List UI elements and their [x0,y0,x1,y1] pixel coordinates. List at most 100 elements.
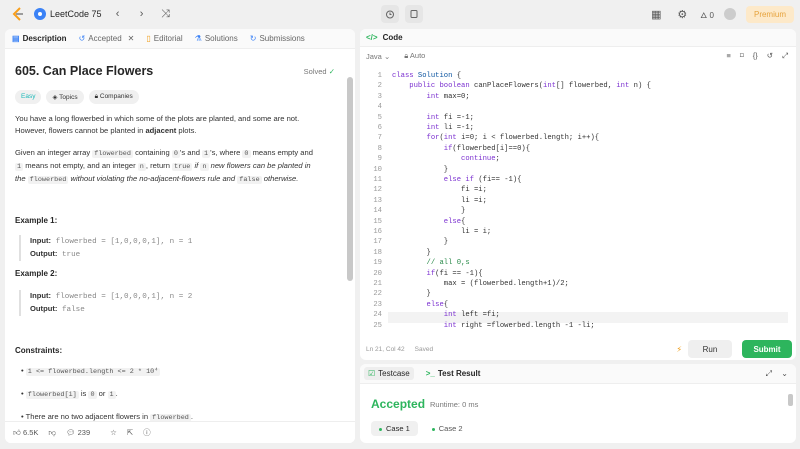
case-1-tab[interactable]: Case 1 [371,421,418,436]
line-number: 20 [373,269,382,278]
code-line[interactable]: } [392,249,431,257]
close-icon[interactable]: ✕ [128,34,135,43]
braces-icon[interactable]: {} [753,51,758,61]
auto-mode[interactable]: 🔒︎ Auto [404,51,425,61]
code-line[interactable]: int right =flowerbed.length -1 -li; [392,322,595,330]
format-icon[interactable]: ≡ [726,51,730,61]
comment-icon: 💬︎ [66,428,76,437]
share-icon[interactable]: ⇱ [127,428,133,437]
code-line[interactable]: } [392,238,448,246]
code-line[interactable]: if(fi == -1){ [392,270,483,278]
leetcode-logo-icon[interactable] [10,6,26,22]
code-line[interactable]: } [392,166,448,174]
description-footer: 👍︎ 6.5K 👎︎ 💬︎ 239 ☆ ⇱ ⓘ [5,421,355,443]
run-button[interactable]: Run [688,340,732,358]
study-plan-title[interactable]: LeetCode 75 [34,8,102,20]
test-panel: ☑ Testcase >_ Test Result ⤢ ⌄ Accepted Run… [360,364,796,443]
line-number: 13 [373,196,382,205]
chevron-down-icon[interactable]: ⌄ [781,369,788,378]
avatar[interactable] [723,8,736,20]
code-line[interactable]: // all 0,s [392,259,470,267]
code-editor[interactable]: 1 class Solution {2 public boolean canPla… [360,69,796,339]
next-icon[interactable]: › [134,8,150,20]
line-number: 10 [373,165,382,174]
gear-icon[interactable]: ⚙ [674,8,690,21]
code-line[interactable]: if(flowerbed[i]==0){ [392,145,530,153]
code-line[interactable]: } [392,290,431,298]
line-number: 23 [373,300,382,309]
star-icon[interactable]: ☆ [110,428,117,437]
coins-counter[interactable]: 🜂 0 [700,6,714,23]
tab-solutions[interactable]: ⚗ Solutions [195,34,238,43]
case-2-tab[interactable]: Case 2 [424,421,471,436]
code-line[interactable]: int fi =-1; [392,114,474,122]
code-line[interactable]: class Solution { [392,72,461,80]
line-number: 4 [377,103,382,112]
premium-button[interactable]: Premium [745,5,794,23]
problem-title[interactable]: 605. Can Place Flowers [15,64,153,78]
code-line[interactable]: else if (fi== -1){ [392,176,522,184]
line-number: 21 [373,280,382,288]
tab-accepted[interactable]: ↺ Accepted ✕ [79,34,135,43]
tab-code[interactable]: Code [383,33,403,42]
code-line[interactable]: li = i; [392,228,491,236]
tab-editorial[interactable]: ▯ Editorial [146,34,182,43]
code-line[interactable]: else{ [392,301,449,309]
code-line[interactable]: } [392,207,465,215]
description-scrollbar[interactable] [347,77,353,281]
test-scrollbar[interactable] [788,394,793,406]
tab-description[interactable]: ▤ Description [12,34,67,43]
line-number: 22 [373,290,382,299]
tab-submissions[interactable]: ↻ Submissions [250,34,305,43]
constraint-item: • flowerbed[i] is 0 or 1. [21,389,118,399]
language-select[interactable]: Java ⌄ [366,52,390,61]
code-panel: </> Code Java ⌄ 🔒︎ Auto ≡ ⌑ {} ↺ ⤢ 1 clas… [360,29,796,360]
study-plan-icon [34,8,46,20]
expand-icon[interactable]: ⤢ [766,369,772,379]
notes-icon[interactable] [405,5,423,23]
constraints-title: Constraints: [15,346,63,355]
debug-icon[interactable]: ⚡︎ [676,345,682,354]
code-line[interactable]: continue; [392,155,500,163]
help-icon[interactable]: ⓘ [143,427,151,438]
code-line[interactable]: max = (flowerbed.length+1)/2; [392,280,569,288]
description-tabs: ▤ Description ↺ Accepted ✕ ▯ Editorial ⚗ Solu… [5,29,355,49]
history-icon: ↺ [78,34,86,43]
line-number: 15 [373,217,382,226]
previous-icon[interactable]: ‹ [110,8,126,20]
code-line[interactable]: int left =fi; [392,311,500,319]
shuffle-icon[interactable]: ⤨ [158,8,174,21]
code-line[interactable]: li =i; [392,197,487,205]
line-number: 9 [377,155,382,164]
pass-dot-icon [379,427,382,431]
line-number: 24 [373,311,382,320]
code-line[interactable]: for(int i=0; i < flowerbed.length; i++){ [392,134,600,142]
checkbox-icon: ☑ [368,369,376,378]
code-line[interactable]: int max=0; [392,93,470,101]
topics-chip[interactable]: ◈ Topics [46,90,84,104]
code-line[interactable]: else{ [392,218,466,226]
code-line[interactable]: fi =i; [392,186,487,194]
like-button[interactable]: 👍︎ 6.5K [13,428,38,438]
expand-icon[interactable]: ⤢ [782,51,788,61]
submit-button[interactable]: Submit [742,340,792,358]
timer-icon[interactable] [381,5,399,23]
tab-testcase[interactable]: ☑ Testcase [364,367,414,380]
tab-test-result[interactable]: >_ Test Result [422,367,485,380]
reset-icon[interactable]: ↺ [767,51,773,61]
code-line[interactable]: int li =-1; [392,124,474,132]
dislike-icon[interactable]: 👎︎ [48,428,56,438]
code-icon: </> [366,33,378,42]
companies-chip[interactable]: 🔒︎ Companies [88,90,139,104]
code-line[interactable]: public boolean canPlaceFlowers(int[] flo… [392,82,651,90]
thumbs-up-icon: 👍︎ [13,427,21,437]
fire-icon: 🜂 [700,10,708,20]
layout-icon[interactable]: ▦ [648,8,664,21]
comments-button[interactable]: 💬︎ 239 [66,428,90,437]
example-2-title: Example 2: [15,269,58,278]
bookmark-icon[interactable]: ⌑ [740,51,744,61]
line-number: 14 [373,207,382,216]
problem-paragraph-2: Given an integer array flowerbed contain… [15,148,313,184]
difficulty-badge: Easy [15,90,42,104]
top-bar: LeetCode 75 ‹ › ⤨ ▦ ⚙ 🜂 0 Premium [0,0,800,28]
